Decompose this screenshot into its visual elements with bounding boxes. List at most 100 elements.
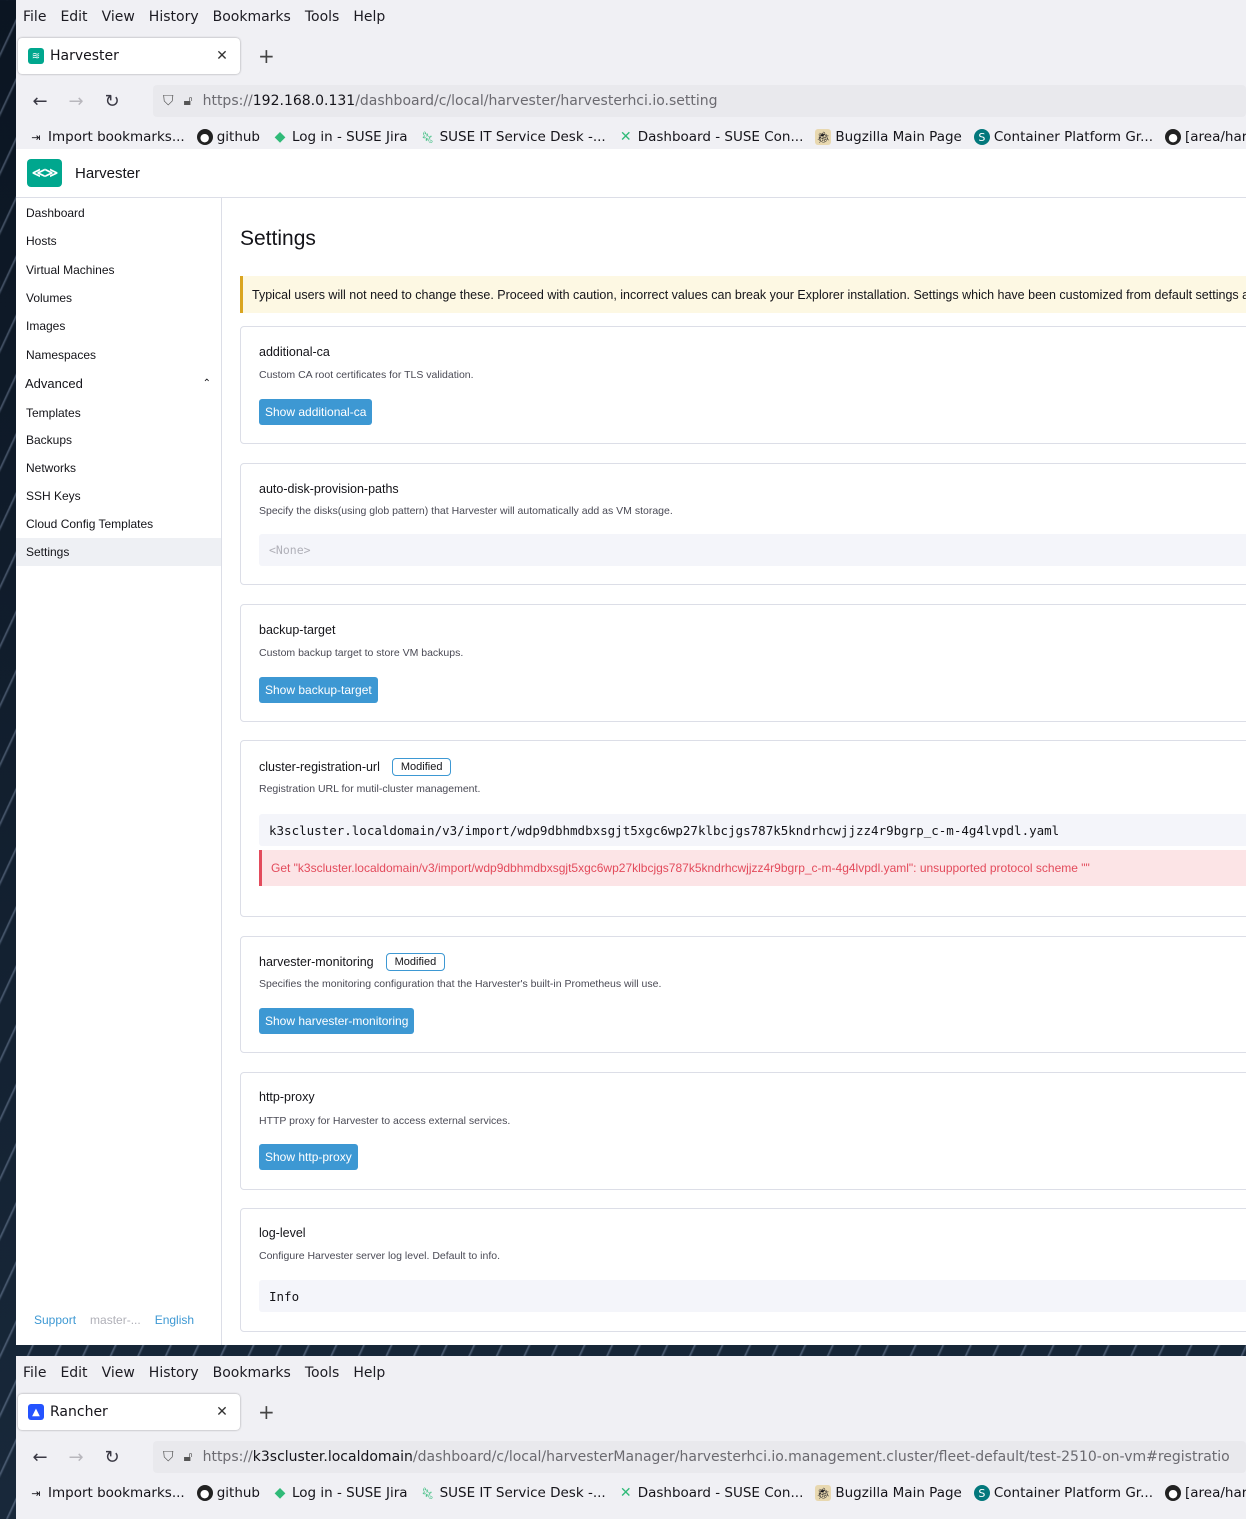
url-bar[interactable]: ⛉ 🔓︎ https://k3scluster.localdomain/dash… <box>153 1441 1246 1473</box>
menu-history[interactable]: History <box>149 9 199 25</box>
show-backup-target-button[interactable]: Show backup-target <box>259 677 378 703</box>
harvester-favicon-icon: ≋ <box>28 48 44 64</box>
sharepoint-icon: S <box>973 1485 990 1501</box>
github-icon: ● <box>1165 129 1181 145</box>
modified-badge: Modified <box>385 953 446 971</box>
sidebar-item-volumes[interactable]: Volumes <box>16 284 221 312</box>
sidebar-item-namespaces[interactable]: Namespaces <box>16 340 221 368</box>
github-icon: ● <box>196 1485 213 1501</box>
bookmark-container-platform[interactable]: S Container Platform Gr... <box>973 129 1153 145</box>
menu-bar: File Edit View History Bookmarks Tools H… <box>16 1356 1246 1389</box>
show-http-proxy-button[interactable]: Show http-proxy <box>259 1144 358 1170</box>
setting-name: backup-target <box>259 623 336 637</box>
menu-history[interactable]: History <box>149 1365 199 1381</box>
reload-icon[interactable]: ↻ <box>94 91 130 112</box>
menu-bookmarks[interactable]: Bookmarks <box>213 1365 291 1381</box>
menu-help[interactable]: Help <box>353 1365 385 1381</box>
sidebar-item-images[interactable]: Images <box>16 312 221 340</box>
sidebar-item-networks[interactable]: Networks <box>16 454 221 482</box>
rancher-favicon-icon: ▲ <box>28 1404 44 1420</box>
version-label: master-... <box>90 1313 141 1327</box>
show-harvester-monitoring-button[interactable]: Show harvester-monitoring <box>259 1008 415 1034</box>
menu-file[interactable]: File <box>23 9 46 25</box>
setting-name: auto-disk-provision-paths <box>259 482 399 496</box>
menu-file[interactable]: File <box>23 1365 46 1381</box>
sidebar: Dashboard Hosts Virtual Machines Volumes… <box>16 198 222 1345</box>
sidebar-item-hosts[interactable]: Hosts <box>16 227 221 255</box>
bookmark-jira[interactable]: ◆ Log in - SUSE Jira <box>272 129 408 145</box>
menu-help[interactable]: Help <box>353 9 385 25</box>
url-path: /dashboard/c/local/harvesterManager/harv… <box>412 1449 1230 1465</box>
bookmark-confluence[interactable]: ✕ Dashboard - SUSE Con... <box>618 1485 804 1501</box>
sidebar-item-dashboard[interactable]: Dashboard <box>16 199 221 227</box>
back-icon[interactable]: ← <box>22 91 58 112</box>
menu-tools[interactable]: Tools <box>305 1365 340 1381</box>
setting-card-auto-disk-provision-paths: auto-disk-provision-paths Specify the di… <box>240 463 1246 585</box>
confluence-icon: ✕ <box>619 1485 632 1501</box>
menu-bar: File Edit View History Bookmarks Tools H… <box>16 0 1246 33</box>
sidebar-item-virtual-machines[interactable]: Virtual Machines <box>16 256 221 284</box>
warning-banner: Typical users will not need to change th… <box>240 276 1246 313</box>
bookmark-it-service-desk[interactable]: 🦎︎ SUSE IT Service Desk -... <box>420 1485 606 1501</box>
shield-icon[interactable]: ⛉ <box>163 1449 174 1465</box>
shield-icon[interactable]: ⛉ <box>163 93 174 109</box>
bookmark-import[interactable]: ⇥ Import bookmarks... <box>28 129 184 145</box>
browser-tab-harvester[interactable]: ≋ Harvester ✕ <box>18 38 240 74</box>
show-additional-ca-button[interactable]: Show additional-ca <box>259 399 373 425</box>
jira-icon: ◆ <box>274 129 286 145</box>
lock-icon[interactable]: 🔓︎ <box>184 1449 193 1465</box>
import-icon: ⇥ <box>31 130 41 144</box>
log-level-value: Info <box>259 1280 1246 1312</box>
bookmark-area-harvester[interactable]: ●[area/harvester] failu... <box>1165 1485 1246 1501</box>
sidebar-item-settings[interactable]: Settings <box>16 537 221 566</box>
bookmark-jira[interactable]: ◆ Log in - SUSE Jira <box>272 1485 408 1501</box>
forward-icon[interactable]: → <box>58 91 94 112</box>
menu-view[interactable]: View <box>102 1365 135 1381</box>
confluence-icon: ✕ <box>619 129 632 145</box>
new-tab-icon[interactable]: + <box>258 44 275 68</box>
sidebar-item-ssh-keys[interactable]: SSH Keys <box>16 482 221 510</box>
app-header: ≪≫ Harvester <box>16 149 1246 198</box>
harvester-logo-icon[interactable]: ≪≫ <box>27 159 62 187</box>
menu-view[interactable]: View <box>102 9 135 25</box>
sidebar-item-cloud-config-templates[interactable]: Cloud Config Templates <box>16 510 221 538</box>
browser-tab-rancher[interactable]: ▲ Rancher ✕ <box>18 1394 240 1430</box>
support-link[interactable]: Support <box>34 1313 76 1327</box>
bookmark-confluence[interactable]: ✕ Dashboard - SUSE Con... <box>618 129 804 145</box>
harvester-app: ≪≫ Harvester Dashboard Hosts Virtual Mac… <box>16 149 1246 1345</box>
bookmark-container-platform[interactable]: S Container Platform Gr... <box>973 1485 1153 1501</box>
menu-edit[interactable]: Edit <box>60 9 87 25</box>
menu-tools[interactable]: Tools <box>305 9 340 25</box>
close-tab-icon[interactable]: ✕ <box>214 48 230 64</box>
url-host: 192.168.0.131 <box>252 93 356 109</box>
github-icon: ● <box>1165 1485 1181 1501</box>
close-tab-icon[interactable]: ✕ <box>214 1404 230 1420</box>
bookmark-github[interactable]: ● github <box>196 1485 260 1501</box>
sidebar-item-backups[interactable]: Backups <box>16 427 221 455</box>
tab-strip: ▲ Rancher ✕ + <box>16 1389 1246 1435</box>
sidebar-item-templates[interactable]: Templates <box>16 399 221 427</box>
bookmark-area-harvester[interactable]: ●[area/harvester] failu... <box>1165 129 1246 145</box>
back-icon[interactable]: ← <box>22 1447 58 1468</box>
lock-icon[interactable]: 🔓︎ <box>184 93 193 109</box>
menu-bookmarks[interactable]: Bookmarks <box>213 9 291 25</box>
url-bar[interactable]: ⛉ 🔓︎ https://192.168.0.131/dashboard/c/l… <box>153 85 1246 117</box>
cluster-registration-url-value: k3scluster.localdomain/v3/import/wdp9dbh… <box>259 814 1246 846</box>
setting-name: additional-ca <box>259 345 330 359</box>
bookmark-bugzilla[interactable]: 🐞︎ Bugzilla Main Page <box>815 1485 962 1501</box>
setting-card-backup-target: backup-target Custom backup target to st… <box>240 604 1246 722</box>
bookmark-github[interactable]: ● github <box>196 129 260 145</box>
import-icon: ⇥ <box>31 1486 41 1500</box>
menu-edit[interactable]: Edit <box>60 1365 87 1381</box>
sidebar-group-advanced[interactable]: Advanced ⌃ <box>16 369 221 399</box>
setting-name: http-proxy <box>259 1090 315 1104</box>
language-link[interactable]: English <box>155 1313 194 1327</box>
bookmark-import[interactable]: ⇥ Import bookmarks... <box>28 1485 184 1501</box>
forward-icon[interactable]: → <box>58 1447 94 1468</box>
new-tab-icon[interactable]: + <box>258 1400 275 1424</box>
reload-icon[interactable]: ↻ <box>94 1447 130 1468</box>
tab-title: Harvester <box>50 48 119 64</box>
chevron-up-icon[interactable]: ⌃ <box>203 378 211 389</box>
bookmark-bugzilla[interactable]: 🐞︎ Bugzilla Main Page <box>815 129 962 145</box>
bookmark-it-service-desk[interactable]: 🦎︎ SUSE IT Service Desk -... <box>420 129 606 145</box>
